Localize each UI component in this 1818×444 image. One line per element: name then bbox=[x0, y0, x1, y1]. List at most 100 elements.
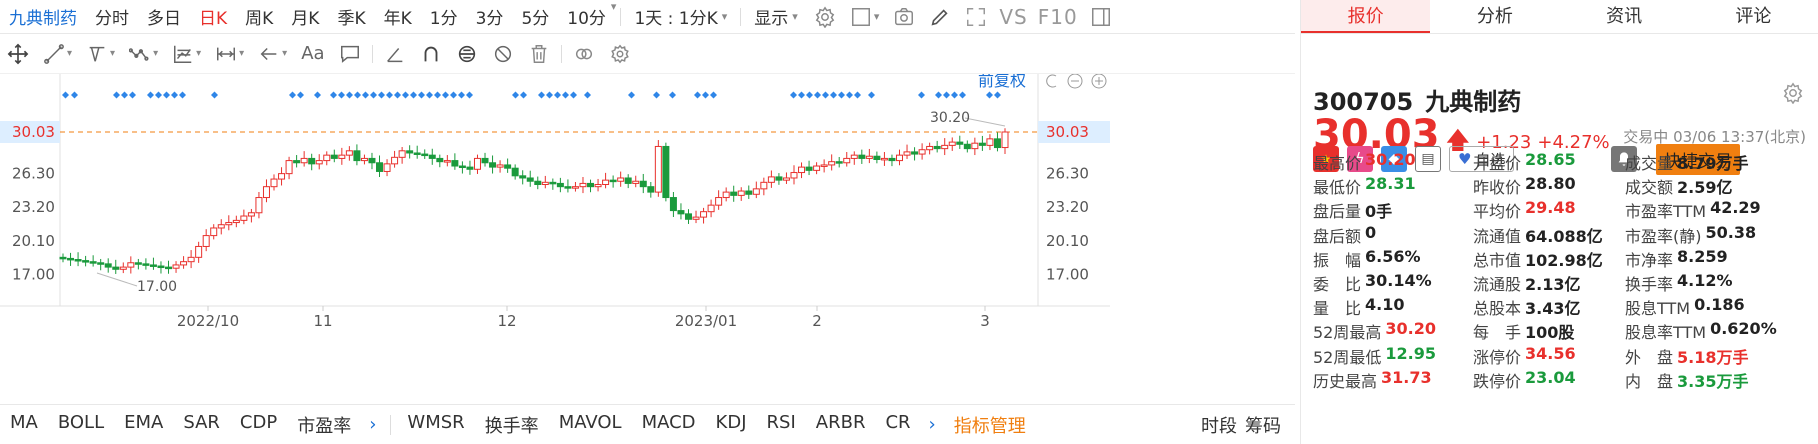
candle-body bbox=[473, 157, 481, 170]
chevron-right-icon[interactable]: › bbox=[361, 414, 384, 435]
kline-chart[interactable]: 26.30 26.30 23.20 23.20 20.10 20.10 17.00 17.00… bbox=[0, 74, 1295, 404]
pencil-icon[interactable] bbox=[922, 0, 958, 34]
settings-icon[interactable] bbox=[807, 0, 843, 34]
display-label: 显示 bbox=[754, 9, 789, 29]
fullscreen-icon[interactable] bbox=[958, 0, 994, 34]
period-tab[interactable]: 季K bbox=[328, 0, 374, 34]
indicator-item[interactable]: CDP bbox=[230, 412, 287, 438]
event-marker-icon bbox=[814, 91, 821, 99]
quote-tab[interactable]: 资讯 bbox=[1560, 0, 1689, 33]
indicator-item[interactable]: KDJ bbox=[706, 412, 757, 438]
link-icon[interactable] bbox=[566, 43, 602, 65]
y-tick-label-right: 26.30 bbox=[1046, 165, 1089, 183]
chevron-right-icon[interactable]: › bbox=[921, 414, 944, 435]
measure-tool-icon[interactable]: ▾ bbox=[208, 43, 251, 65]
magnet-icon[interactable] bbox=[413, 43, 449, 65]
candle-body bbox=[247, 212, 255, 217]
session-button[interactable]: 时段 bbox=[1197, 412, 1241, 438]
quote-cell: 52周最低 12.95 bbox=[1313, 344, 1473, 368]
candle-body bbox=[300, 157, 308, 164]
quote-value: 6.56% bbox=[1365, 246, 1421, 266]
quote-tab[interactable]: 报价 bbox=[1301, 0, 1431, 33]
period-tab[interactable]: 日K bbox=[190, 0, 236, 34]
trash-icon[interactable] bbox=[521, 43, 557, 65]
comment-tool-icon[interactable] bbox=[332, 43, 368, 65]
indicator-item[interactable]: MAVOL bbox=[549, 412, 632, 438]
lock-drawing-icon[interactable] bbox=[449, 43, 485, 65]
display-menu[interactable]: 显示 ▾ bbox=[745, 0, 807, 34]
indicator-item[interactable]: EMA bbox=[114, 412, 173, 438]
quote-tab[interactable]: 评论 bbox=[1689, 0, 1818, 33]
period-tab[interactable]: 10分 bbox=[558, 0, 615, 34]
indicator-item[interactable]: MA bbox=[0, 412, 48, 438]
range-label: 1天 : 1分K bbox=[634, 9, 718, 29]
candle-body bbox=[828, 161, 836, 166]
x-tick-label: 3 bbox=[980, 312, 990, 330]
gear-icon[interactable] bbox=[1782, 82, 1804, 108]
quote-label: 昨收价 bbox=[1473, 178, 1522, 198]
text-tool-icon[interactable]: Aa bbox=[294, 43, 331, 64]
square-checkbox-icon[interactable]: ▾ bbox=[843, 0, 887, 34]
camera-icon[interactable] bbox=[886, 0, 922, 34]
quote-label: 总股本 bbox=[1473, 299, 1522, 319]
quote-cell: 历史最高 31.73 bbox=[1313, 368, 1473, 392]
adjust-mode-label[interactable]: 前复权 bbox=[978, 74, 1026, 90]
indicator-manage-button[interactable]: 指标管理 bbox=[944, 412, 1036, 438]
arrow-tool-icon[interactable]: ▾ bbox=[251, 43, 294, 65]
period-tab[interactable]: 月K bbox=[282, 0, 328, 34]
fib-tool-icon[interactable]: ▾ bbox=[165, 43, 208, 65]
divider bbox=[390, 414, 392, 435]
indicator-item[interactable]: WMSR bbox=[397, 412, 474, 438]
period-tab[interactable]: 分时 bbox=[86, 0, 138, 34]
period-tab[interactable]: 1分 bbox=[421, 0, 467, 34]
indicator-item[interactable]: BOLL bbox=[48, 412, 114, 438]
wave-tool-icon[interactable]: ▾ bbox=[122, 43, 165, 65]
period-tab[interactable]: 多日 bbox=[138, 0, 190, 34]
indicator-item[interactable]: RSI bbox=[757, 412, 806, 438]
chevron-down-icon[interactable]: ▾ bbox=[611, 0, 617, 34]
event-marker-icon bbox=[129, 91, 136, 99]
candle-body bbox=[511, 167, 519, 177]
candle-body bbox=[293, 160, 301, 164]
period-tab[interactable]: 5分 bbox=[512, 0, 558, 34]
stock-name-link[interactable]: 九典制药 bbox=[0, 0, 86, 34]
event-marker-icon bbox=[442, 91, 449, 99]
quote-cell: 委 比 30.14% bbox=[1313, 271, 1473, 295]
quote-label: 市净率 bbox=[1625, 250, 1674, 270]
kline-svg[interactable]: 26.30 26.30 23.20 23.20 20.10 20.10 17.00 17.00… bbox=[0, 74, 1295, 404]
event-marker-icon bbox=[163, 91, 170, 99]
quote-value: 0 bbox=[1365, 222, 1377, 242]
vs-button[interactable]: VS bbox=[994, 5, 1032, 29]
candle-body bbox=[104, 263, 112, 268]
candle-body bbox=[745, 190, 753, 195]
indicator-item[interactable]: 市盈率 bbox=[287, 412, 361, 438]
event-marker-icon bbox=[554, 91, 561, 99]
candle-body bbox=[195, 245, 203, 258]
indicator-item[interactable]: ARBR bbox=[806, 412, 876, 438]
sidebar-toggle-icon[interactable] bbox=[1083, 0, 1119, 34]
y-tick-label-left: 17.00 bbox=[12, 266, 55, 284]
line-tool-icon[interactable]: ▾ bbox=[36, 43, 79, 65]
polyline-tool-icon[interactable]: ▾ bbox=[79, 43, 122, 65]
indicator-item[interactable]: CR bbox=[875, 412, 920, 438]
period-tab[interactable]: 周K bbox=[236, 0, 282, 34]
quote-cell: 流通股 2.13亿 bbox=[1473, 271, 1625, 295]
event-marker-icon bbox=[653, 91, 660, 99]
period-tab[interactable]: 3分 bbox=[467, 0, 513, 34]
indicator-item[interactable]: 换手率 bbox=[475, 412, 549, 438]
move-icon[interactable] bbox=[0, 43, 36, 65]
candle-body bbox=[632, 180, 640, 184]
quote-tab[interactable]: 分析 bbox=[1430, 0, 1559, 33]
drawing-settings-icon[interactable] bbox=[602, 43, 638, 65]
period-tab[interactable]: 年K bbox=[375, 0, 421, 34]
divider bbox=[740, 7, 742, 26]
indicator-item[interactable]: MACD bbox=[632, 412, 706, 438]
hide-drawing-icon[interactable] bbox=[485, 43, 521, 65]
quote-value: 2.59亿 bbox=[1677, 178, 1733, 198]
angle-tool-icon[interactable] bbox=[377, 43, 413, 65]
range-selector[interactable]: 1天 : 1分K ▾ bbox=[625, 0, 736, 34]
indicator-item[interactable]: SAR bbox=[173, 412, 230, 438]
quote-label: 流通值 bbox=[1473, 226, 1522, 246]
chip-button[interactable]: 筹码 bbox=[1241, 412, 1285, 438]
f10-button[interactable]: F10 bbox=[1033, 5, 1083, 29]
